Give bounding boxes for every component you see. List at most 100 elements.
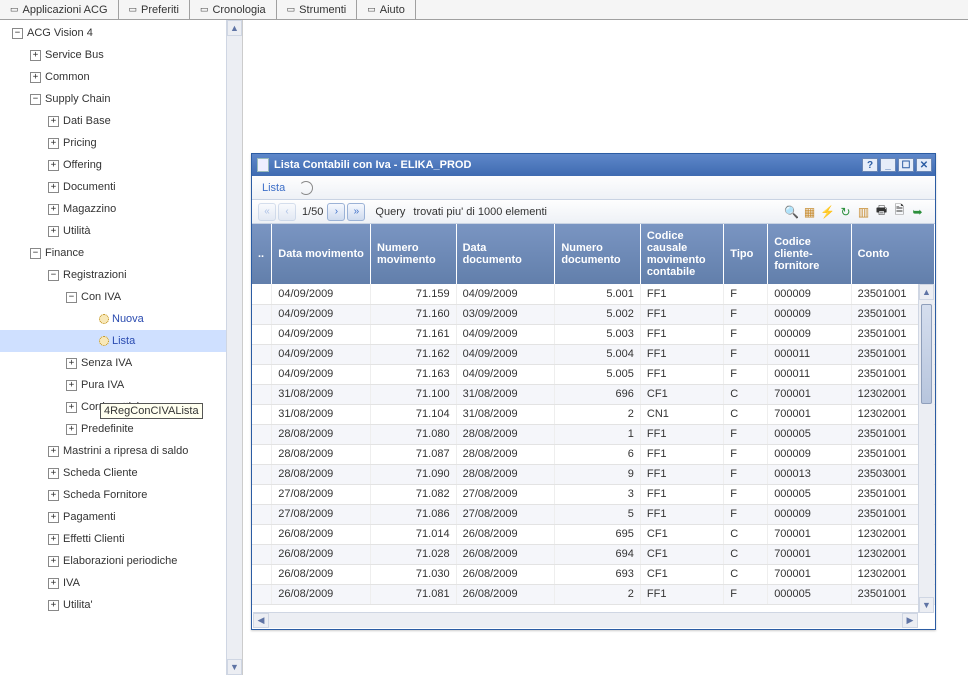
column-header[interactable]: .. [252, 224, 272, 284]
scroll-left-icon[interactable]: ◀ [253, 613, 269, 628]
tree-item[interactable]: +Mastrini a ripresa di saldo [0, 440, 242, 462]
scroll-down-icon[interactable]: ▼ [227, 659, 242, 675]
tree-item[interactable]: Nuova [0, 308, 242, 330]
tree-item[interactable]: +Pricing [0, 132, 242, 154]
collapse-icon[interactable]: − [66, 292, 77, 303]
column-header[interactable]: Data movimento [272, 224, 371, 284]
tree-item[interactable]: −Con IVA [0, 286, 242, 308]
menu-tab[interactable]: ▭Aiuto [357, 0, 416, 19]
first-page-button[interactable]: « [258, 203, 276, 221]
tree-item[interactable]: +Service Bus [0, 44, 242, 66]
close-button[interactable]: ✕ [916, 158, 932, 172]
column-header[interactable]: Numero documento [555, 224, 641, 284]
menu-tab[interactable]: ▭Preferiti [119, 0, 190, 19]
tree-item[interactable]: +Offering [0, 154, 242, 176]
tree-item[interactable]: +IVA [0, 572, 242, 594]
expand-icon[interactable]: + [48, 204, 59, 215]
expand-icon[interactable]: + [48, 138, 59, 149]
maximize-button[interactable]: ☐ [898, 158, 914, 172]
sidebar-scrollbar[interactable]: ▲ ▼ [226, 20, 242, 675]
table-row[interactable]: 31/08/200971.10431/08/20092CN1C700001123… [252, 404, 935, 424]
tree-item[interactable]: +Effetti Clienti [0, 528, 242, 550]
tree-item[interactable]: +Senza IVA [0, 352, 242, 374]
scroll-thumb[interactable] [921, 304, 932, 404]
collapse-icon[interactable]: − [30, 94, 41, 105]
column-header[interactable]: Conto [851, 224, 934, 284]
table-row[interactable]: 04/09/200971.16204/09/20095.004FF1F00001… [252, 344, 935, 364]
table-row[interactable]: 26/08/200971.03026/08/2009693CF1C7000011… [252, 564, 935, 584]
window-titlebar[interactable]: Lista Contabili con Iva - ELIKA_PROD ? _… [252, 154, 935, 176]
scroll-up-icon[interactable]: ▲ [919, 284, 934, 300]
tree-item[interactable]: +Utilità [0, 220, 242, 242]
scroll-up-icon[interactable]: ▲ [227, 20, 242, 36]
tree-item[interactable]: +Scheda Cliente [0, 462, 242, 484]
export-icon[interactable]: 🗎 [892, 204, 907, 219]
expand-icon[interactable]: + [48, 534, 59, 545]
table-row[interactable]: 04/09/200971.16003/09/20095.002FF1F00000… [252, 304, 935, 324]
lista-menu[interactable]: Lista [262, 182, 285, 194]
expand-icon[interactable]: + [48, 116, 59, 127]
collapse-icon[interactable]: − [30, 248, 41, 259]
expand-icon[interactable]: + [48, 600, 59, 611]
last-page-button[interactable]: » [347, 203, 365, 221]
tree-item[interactable]: +Documenti [0, 176, 242, 198]
table-row[interactable]: 26/08/200971.02826/08/2009694CF1C7000011… [252, 544, 935, 564]
expand-icon[interactable]: + [48, 578, 59, 589]
expand-icon[interactable]: + [66, 424, 77, 435]
grid-hscrollbar[interactable]: ◀ ▶ [253, 612, 918, 628]
grid-vscrollbar[interactable]: ▲ ▼ [918, 284, 934, 613]
tree-item[interactable]: +Scheda Fornitore [0, 484, 242, 506]
tree-item[interactable]: +Utilita' [0, 594, 242, 616]
column-header[interactable]: Tipo [724, 224, 768, 284]
print-icon[interactable]: 🖶 [874, 204, 889, 219]
grid-icon[interactable]: ▦ [802, 204, 817, 219]
expand-icon[interactable]: + [66, 380, 77, 391]
expand-icon[interactable]: + [48, 512, 59, 523]
columns-icon[interactable]: ▥ [856, 204, 871, 219]
table-row[interactable]: 27/08/200971.08627/08/20095FF1F000009235… [252, 504, 935, 524]
expand-icon[interactable]: + [48, 226, 59, 237]
search-icon[interactable]: 🔍 [784, 204, 799, 219]
table-row[interactable]: 28/08/200971.09028/08/20099FF1F000013235… [252, 464, 935, 484]
data-grid[interactable]: ..Data movimentoNumero movimentoData doc… [252, 224, 935, 605]
column-header[interactable]: Codice causale movimento contabile [640, 224, 723, 284]
menu-tab[interactable]: ▭Cronologia [190, 0, 277, 19]
tree-item[interactable]: +Pura IVA [0, 374, 242, 396]
expand-icon[interactable]: + [30, 50, 41, 61]
table-row[interactable]: 04/09/200971.16304/09/20095.005FF1F00001… [252, 364, 935, 384]
expand-icon[interactable]: + [66, 402, 77, 413]
collapse-icon[interactable]: − [12, 28, 23, 39]
column-header[interactable]: Numero movimento [371, 224, 457, 284]
help-button[interactable]: ? [862, 158, 878, 172]
column-header[interactable]: Data documento [456, 224, 555, 284]
expand-icon[interactable]: + [48, 160, 59, 171]
tree-item[interactable]: Lista [0, 330, 242, 352]
table-row[interactable]: 28/08/200971.08028/08/20091FF1F000005235… [252, 424, 935, 444]
send-icon[interactable]: ➥ [910, 204, 925, 219]
tree-item[interactable]: −Supply Chain [0, 88, 242, 110]
tree-item[interactable]: +Predefinite [0, 418, 242, 440]
tree-item[interactable]: +Magazzino [0, 198, 242, 220]
next-page-button[interactable]: › [327, 203, 345, 221]
refresh-grid-icon[interactable]: ↻ [838, 204, 853, 219]
menu-tab[interactable]: ▭Strumenti [277, 0, 358, 19]
scroll-right-icon[interactable]: ▶ [902, 613, 918, 628]
lightning-icon[interactable]: ⚡ [820, 204, 835, 219]
expand-icon[interactable]: + [48, 490, 59, 501]
menu-tab[interactable]: ▭Applicazioni ACG [0, 0, 119, 19]
expand-icon[interactable]: + [66, 358, 77, 369]
table-row[interactable]: 28/08/200971.08728/08/20096FF1F000009235… [252, 444, 935, 464]
tree-item[interactable]: +Pagamenti [0, 506, 242, 528]
tree-item[interactable]: +Dati Base [0, 110, 242, 132]
table-row[interactable]: 04/09/200971.16104/09/20095.003FF1F00000… [252, 324, 935, 344]
expand-icon[interactable]: + [48, 556, 59, 567]
expand-icon[interactable]: + [30, 72, 41, 83]
column-header[interactable]: Codice cliente-fornitore [768, 224, 851, 284]
tree-item[interactable]: −Finance [0, 242, 242, 264]
table-row[interactable]: 27/08/200971.08227/08/20093FF1F000005235… [252, 484, 935, 504]
table-row[interactable]: 31/08/200971.10031/08/2009696CF1C7000011… [252, 384, 935, 404]
collapse-icon[interactable]: − [48, 270, 59, 281]
scroll-down-icon[interactable]: ▼ [919, 597, 934, 613]
table-row[interactable]: 04/09/200971.15904/09/20095.001FF1F00000… [252, 284, 935, 304]
query-label[interactable]: Query [375, 206, 405, 218]
